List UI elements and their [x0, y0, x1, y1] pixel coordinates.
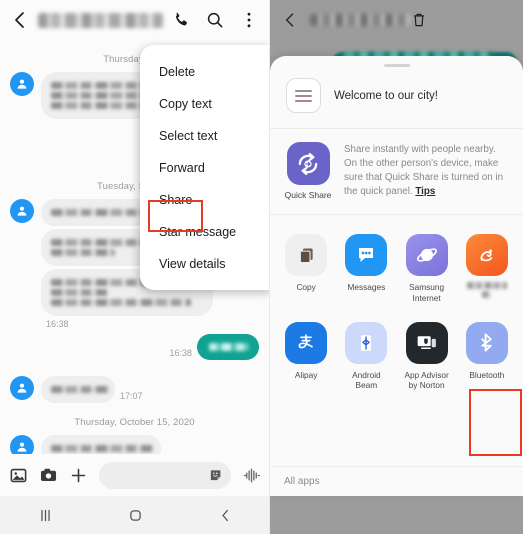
all-apps-row[interactable]: All apps	[270, 466, 523, 496]
share-subject-text: Welcome to our city!	[334, 89, 438, 102]
header-actions	[171, 10, 259, 30]
conversation-header	[0, 0, 269, 40]
all-apps-label: All apps	[284, 476, 320, 487]
person-icon	[17, 206, 27, 216]
share-target-label: Copy	[296, 282, 316, 292]
context-menu-item-star-message[interactable]: Star message	[140, 216, 269, 248]
message-row-incoming: 16:38	[10, 319, 259, 331]
share-target-copy[interactable]: Copy	[276, 228, 336, 316]
share-sheet: Welcome to our city! Quick Share Share i…	[270, 56, 523, 496]
avatar	[10, 199, 34, 223]
share-target-bluetooth[interactable]: Bluetooth	[457, 316, 517, 404]
message-row-outgoing: 16:38	[10, 334, 259, 360]
home-icon[interactable]	[127, 507, 144, 524]
share-target-android-beam[interactable]: Android Beam	[336, 316, 396, 404]
uc-browser-icon	[465, 234, 508, 276]
share-target-label: Bluetooth	[469, 369, 505, 380]
avatar	[10, 376, 34, 400]
share-target-label: Android Beam	[352, 369, 381, 391]
person-icon	[17, 79, 27, 89]
message-row-incoming: 17:07	[10, 376, 259, 403]
message-context-menu[interactable]: Delete Copy text Select text Forward Sha…	[140, 45, 269, 290]
share-target-grid: Copy Messages Samsung Internet Alipay An…	[270, 215, 523, 409]
quick-share-target[interactable]: Quick Share	[283, 142, 333, 200]
copy-icon	[285, 234, 328, 276]
messages-icon	[345, 234, 388, 276]
camera-icon[interactable]	[39, 466, 58, 485]
share-target-label: App Advisor by Norton	[404, 369, 449, 391]
image-icon[interactable]	[9, 466, 28, 485]
share-target-label: Alipay	[294, 369, 318, 380]
share-target-label: Samsung Internet	[409, 282, 445, 303]
search-icon[interactable]	[205, 10, 225, 30]
share-target-label-redacted	[466, 282, 507, 289]
back-icon[interactable]	[280, 10, 300, 30]
phone-icon[interactable]	[171, 10, 191, 30]
share-target-samsung-internet[interactable]: Samsung Internet	[397, 228, 457, 316]
share-target-messages[interactable]: Messages	[336, 228, 396, 316]
share-target-label: Messages	[347, 282, 386, 292]
samsung-internet-icon	[405, 234, 448, 276]
message-bubble-sent[interactable]	[197, 334, 259, 360]
conversation-title-redacted	[38, 12, 163, 28]
share-target-app-advisor[interactable]: App Advisor by Norton	[397, 316, 457, 404]
person-icon	[17, 383, 27, 393]
trash-icon[interactable]	[410, 11, 428, 29]
messaging-app-panel: Thursday, July Tuesday, Septem 16:38 16:…	[0, 0, 270, 534]
context-menu-item-copy-text[interactable]: Copy text	[140, 88, 269, 120]
share-target-row-1: Copy Messages Samsung Internet	[276, 228, 517, 316]
person-icon	[17, 442, 27, 452]
context-menu-item-delete[interactable]: Delete	[140, 56, 269, 88]
message-timestamp: 16:38	[169, 348, 192, 358]
share-target-alipay[interactable]: Alipay	[276, 316, 336, 404]
message-bubble[interactable]	[41, 376, 115, 403]
android-navigation-bar	[0, 496, 269, 534]
android-beam-icon	[345, 321, 388, 364]
text-document-icon	[286, 78, 321, 113]
quick-share-glyph	[298, 152, 318, 175]
share-target-row-2: Alipay Android Beam App Advisor by Norto…	[276, 316, 517, 404]
share-target-redacted-app[interactable]	[457, 228, 517, 316]
avatar	[10, 72, 34, 96]
share-sheet-panel: Welcome to our city! Quick Share Share i…	[270, 0, 523, 534]
share-target-label-redacted	[482, 291, 492, 298]
conversation-title-redacted	[310, 14, 410, 26]
compose-bar	[0, 454, 269, 496]
message-timestamp: 16:38	[46, 319, 69, 329]
alipay-icon	[285, 321, 328, 364]
quick-share-label: Quick Share	[284, 190, 332, 200]
bluetooth-icon	[465, 321, 508, 364]
app-advisor-icon	[405, 321, 448, 364]
back-icon[interactable]	[8, 8, 32, 32]
audio-waveform-icon[interactable]	[242, 466, 261, 485]
date-separator: Thursday, October 15, 2020	[74, 417, 195, 428]
message-timestamp: 17:07	[120, 391, 143, 401]
plus-icon[interactable]	[69, 466, 88, 485]
dimmed-conversation-header	[270, 0, 523, 40]
quick-share-tips-link[interactable]: Tips	[415, 186, 435, 197]
quick-share-description: Share instantly with people nearby. On t…	[344, 142, 510, 199]
quick-share-section[interactable]: Quick Share Share instantly with people …	[270, 129, 523, 215]
sticker-icon[interactable]	[208, 467, 225, 484]
split-screenshot: Thursday, July Tuesday, Septem 16:38 16:…	[0, 0, 523, 534]
context-menu-item-forward[interactable]: Forward	[140, 152, 269, 184]
overflow-menu-icon[interactable]	[239, 10, 259, 30]
context-menu-item-select-text[interactable]: Select text	[140, 120, 269, 152]
context-menu-item-share[interactable]: Share	[140, 184, 269, 216]
share-subject-row: Welcome to our city!	[270, 67, 523, 129]
back-icon[interactable]	[217, 507, 234, 524]
message-input[interactable]	[99, 461, 231, 489]
context-menu-item-view-details[interactable]: View details	[140, 248, 269, 280]
quick-share-icon[interactable]	[286, 142, 330, 185]
recents-icon[interactable]	[37, 507, 54, 524]
